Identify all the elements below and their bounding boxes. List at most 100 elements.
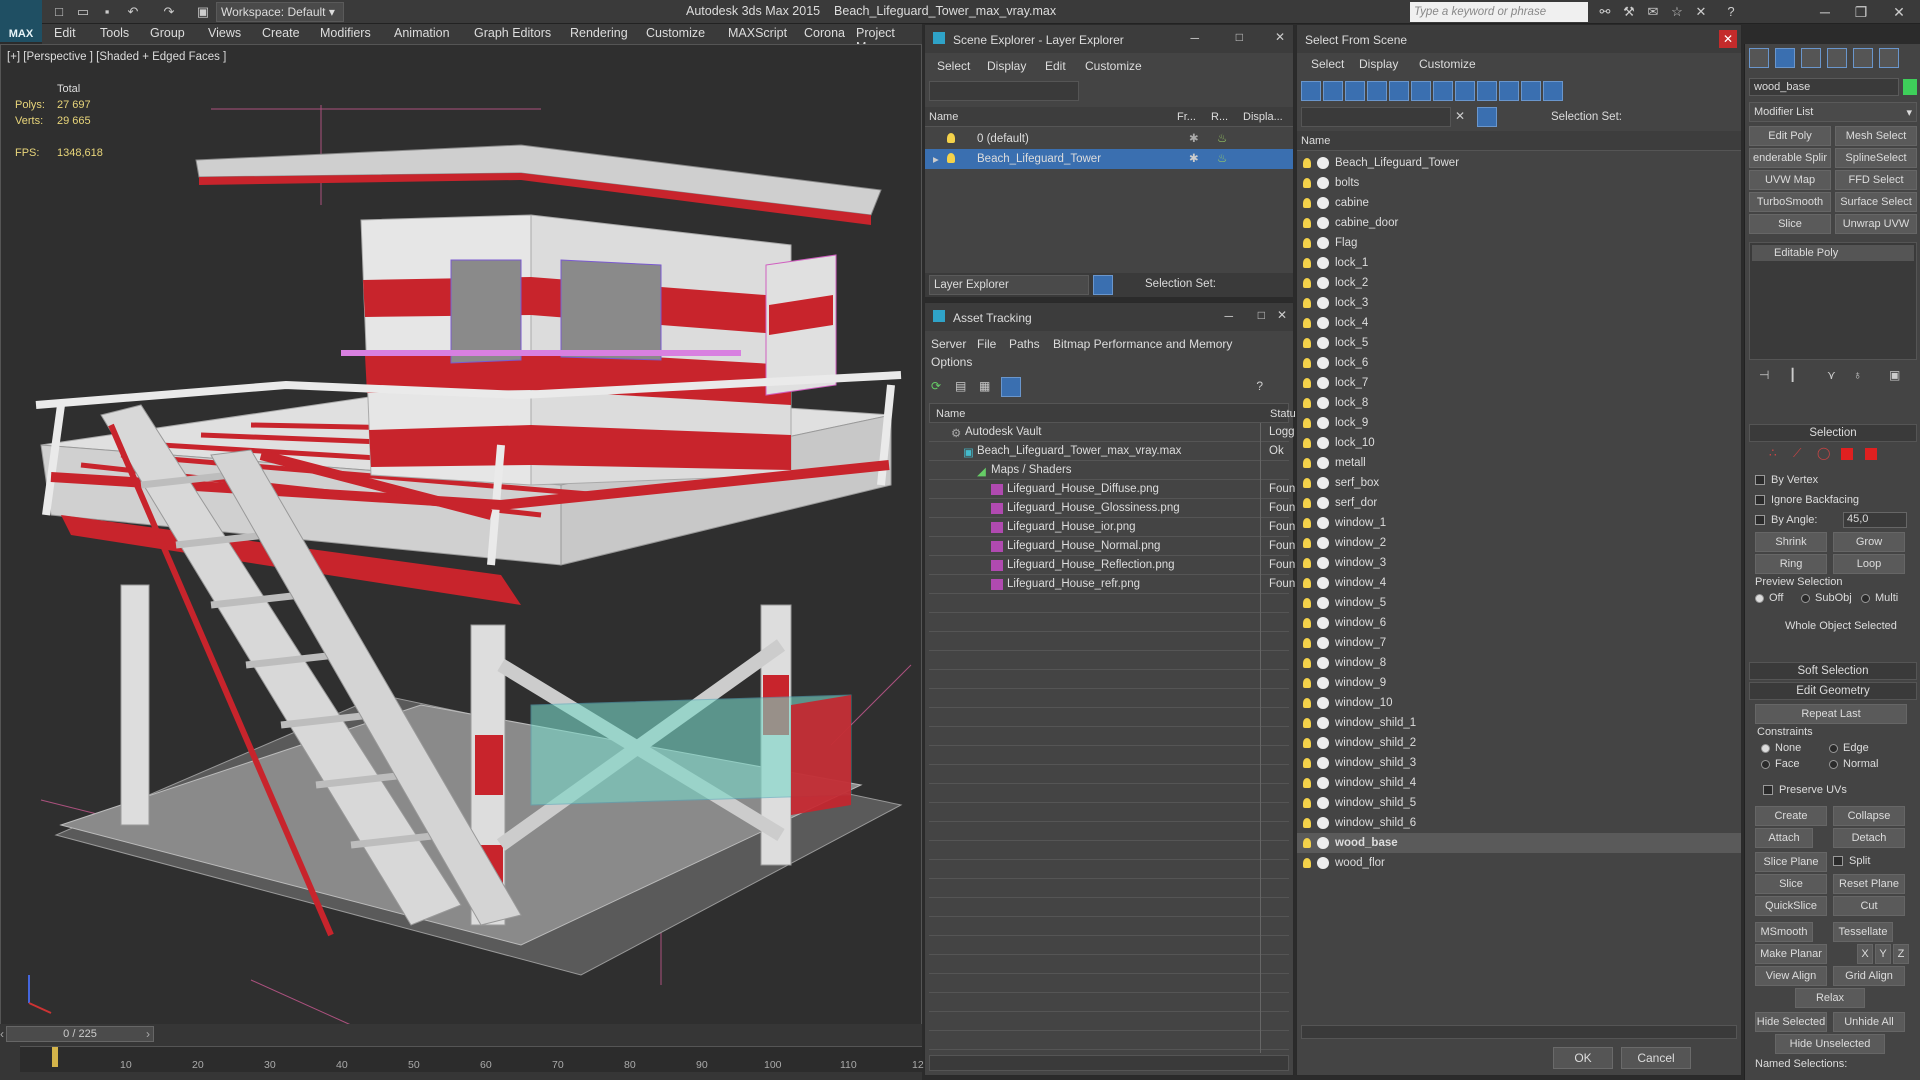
xrefs-filter-icon[interactable]: [1455, 81, 1475, 101]
light-bulb-icon[interactable]: [947, 152, 961, 164]
tessellate-button[interactable]: Tessellate: [1833, 922, 1893, 942]
object-row[interactable]: lock_4: [1297, 313, 1741, 333]
grow-button[interactable]: Grow: [1833, 532, 1905, 552]
close-icon[interactable]: ✕: [1275, 30, 1285, 44]
asset-row[interactable]: Lifeguard_House_ior.png Foun: [929, 518, 1295, 538]
object-row[interactable]: lock_5: [1297, 333, 1741, 353]
object-color-swatch[interactable]: [1903, 79, 1917, 95]
object-row[interactable]: window_4: [1297, 573, 1741, 593]
track-bar[interactable]: 10 20 30 40 50 60 70 80 90 100 110 12: [20, 1046, 924, 1072]
element-icon[interactable]: [1865, 448, 1877, 460]
asset-tracking-title[interactable]: Asset Tracking: [925, 303, 1293, 331]
object-row[interactable]: wood_flor: [1297, 853, 1741, 873]
at-menu-paths[interactable]: Paths: [1009, 337, 1040, 351]
sfs-menu-display[interactable]: Display: [1359, 57, 1398, 71]
ring-button[interactable]: Ring: [1755, 554, 1827, 574]
col-frozen[interactable]: Fr...: [1177, 111, 1196, 123]
col-name[interactable]: Name: [936, 408, 965, 420]
binoculars-icon[interactable]: ⚯: [1596, 3, 1614, 20]
teapot-icon[interactable]: ♨: [1217, 151, 1227, 165]
light-bulb-icon[interactable]: [1303, 337, 1317, 349]
renderable-spline-button[interactable]: enderable Splir: [1749, 148, 1831, 168]
se-menu-display[interactable]: Display: [987, 59, 1026, 73]
object-row[interactable]: window_shild_2: [1297, 733, 1741, 753]
relax-button[interactable]: Relax: [1795, 988, 1865, 1008]
subscription-icon[interactable]: ⚒: [1620, 3, 1638, 20]
configure-sets-icon[interactable]: ▣: [1889, 368, 1900, 382]
object-row[interactable]: window_5: [1297, 593, 1741, 613]
list-icon[interactable]: ▤: [955, 379, 966, 393]
object-row[interactable]: lock_3: [1297, 293, 1741, 313]
light-bulb-icon[interactable]: [1303, 577, 1317, 589]
at-menu-server[interactable]: Server: [931, 337, 966, 351]
display-tab-icon[interactable]: [1853, 48, 1873, 68]
help-icon[interactable]: ?: [1256, 379, 1263, 393]
light-bulb-icon[interactable]: [1303, 837, 1317, 849]
light-bulb-icon[interactable]: [1303, 497, 1317, 509]
modify-tab-icon[interactable]: [1775, 48, 1795, 68]
unwrap-uvw-button[interactable]: Unwrap UVW: [1835, 214, 1917, 234]
object-row[interactable]: window_10: [1297, 693, 1741, 713]
object-row[interactable]: window_shild_6: [1297, 813, 1741, 833]
menu-create[interactable]: Create: [262, 26, 300, 40]
asset-row[interactable]: Lifeguard_House_Diffuse.png Foun: [929, 480, 1295, 500]
col-display[interactable]: Displa...: [1243, 111, 1283, 123]
object-row[interactable]: metall: [1297, 453, 1741, 473]
cut-button[interactable]: Cut: [1833, 896, 1905, 916]
polygon-icon[interactable]: [1841, 448, 1853, 460]
create-tab-icon[interactable]: [1749, 48, 1769, 68]
time-cursor[interactable]: [52, 1047, 58, 1067]
light-bulb-icon[interactable]: [1303, 297, 1317, 309]
light-bulb-icon[interactable]: [1303, 177, 1317, 189]
minimize-icon[interactable]: ─: [1810, 2, 1840, 22]
constraint-none-radio[interactable]: None: [1761, 742, 1801, 754]
object-row[interactable]: Flag: [1297, 233, 1741, 253]
object-row[interactable]: lock_9: [1297, 413, 1741, 433]
light-bulb-icon[interactable]: [1303, 277, 1317, 289]
object-row[interactable]: wood_base: [1297, 833, 1741, 853]
make-planar-button[interactable]: Make Planar: [1755, 944, 1827, 964]
cameras-filter-icon[interactable]: [1367, 81, 1387, 101]
object-row[interactable]: window_7: [1297, 633, 1741, 653]
menu-edit[interactable]: Edit: [54, 26, 76, 40]
object-row[interactable]: window_shild_1: [1297, 713, 1741, 733]
communication-icon[interactable]: ✉: [1644, 3, 1662, 20]
object-row[interactable]: window_9: [1297, 673, 1741, 693]
light-bulb-icon[interactable]: [1303, 757, 1317, 769]
filter-icon[interactable]: [1477, 107, 1497, 127]
constraint-face-radio[interactable]: Face: [1761, 758, 1799, 770]
explorer-dropdown[interactable]: Layer Explorer: [929, 275, 1089, 295]
groups-filter-icon[interactable]: [1433, 81, 1453, 101]
at-menu-options[interactable]: Options: [931, 355, 972, 369]
asset-row[interactable]: ▣ Beach_Lifeguard_Tower_max_vray.max Ok: [929, 442, 1289, 462]
light-bulb-icon[interactable]: [1303, 537, 1317, 549]
bones-filter-icon[interactable]: [1477, 81, 1497, 101]
ffd-select-button[interactable]: FFD Select: [1835, 170, 1917, 190]
light-bulb-icon[interactable]: [1303, 697, 1317, 709]
col-name[interactable]: Name: [1301, 135, 1330, 147]
angle-spinner[interactable]: 45,0: [1843, 512, 1907, 528]
geometry-filter-icon[interactable]: [1301, 81, 1321, 101]
light-bulb-icon[interactable]: [1303, 517, 1317, 529]
maximize-icon[interactable]: □: [1258, 308, 1265, 322]
menu-corona[interactable]: Corona: [804, 26, 845, 40]
light-bulb-icon[interactable]: [1303, 357, 1317, 369]
table-icon[interactable]: ▦: [979, 379, 990, 393]
menu-modifiers[interactable]: Modifiers: [320, 26, 371, 40]
object-name-field[interactable]: wood_base: [1749, 78, 1899, 96]
object-row[interactable]: window_2: [1297, 533, 1741, 553]
snowflake-icon[interactable]: ✱: [1189, 131, 1199, 145]
light-bulb-icon[interactable]: [1303, 597, 1317, 609]
create-button[interactable]: Create: [1755, 806, 1827, 826]
slice-button[interactable]: Slice: [1755, 874, 1827, 894]
object-row[interactable]: window_shild_3: [1297, 753, 1741, 773]
menu-views[interactable]: Views: [208, 26, 241, 40]
horizontal-scrollbar[interactable]: [929, 1055, 1289, 1071]
loop-button[interactable]: Loop: [1833, 554, 1905, 574]
detach-button[interactable]: Detach: [1833, 828, 1905, 848]
spline-select-button[interactable]: SplineSelect: [1835, 148, 1917, 168]
save-icon[interactable]: ▪: [98, 3, 116, 20]
maximize-icon[interactable]: □: [1236, 30, 1243, 44]
at-menu-file[interactable]: File: [977, 337, 996, 351]
object-row[interactable]: lock_8: [1297, 393, 1741, 413]
